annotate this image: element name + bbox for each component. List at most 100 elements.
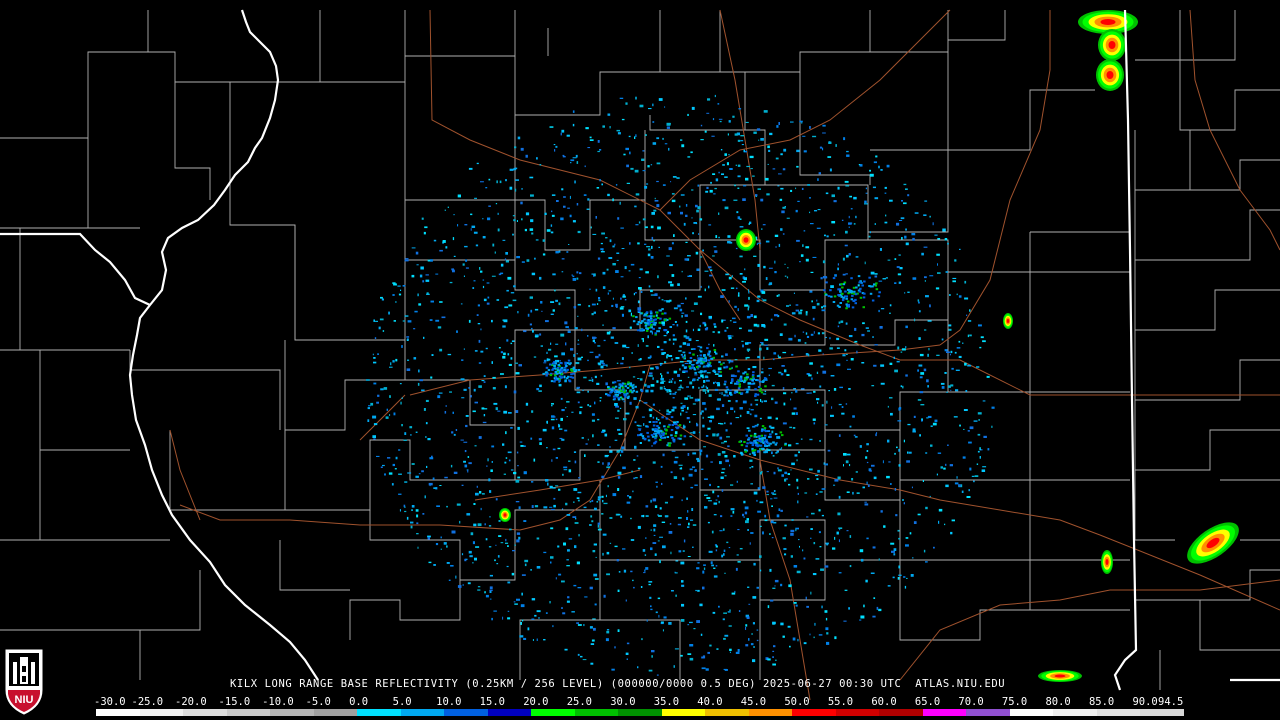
echo-pixel [592, 618, 596, 620]
echo-pixel [782, 537, 786, 540]
echo-pixel [866, 450, 869, 452]
echo-pixel [795, 604, 798, 607]
echo-pixel [551, 508, 555, 511]
echo-pixel [841, 406, 844, 408]
echo-pixel [630, 263, 635, 266]
echo-pixel [505, 542, 509, 544]
echo-pixel [771, 537, 774, 539]
echo-pixel [743, 500, 746, 504]
echo-pixel [531, 272, 536, 276]
echo-pixel [568, 379, 571, 382]
state-boundary [0, 232, 151, 306]
echo-pixel [645, 505, 649, 508]
echo-pixel [977, 433, 981, 436]
highway [699, 249, 741, 321]
echo-pixel [644, 554, 647, 556]
echo-pixel [705, 435, 709, 437]
echo-pixel [662, 432, 665, 435]
echo-pixel [833, 388, 837, 391]
echo-pixel [694, 371, 697, 374]
echo-pixel [767, 449, 771, 452]
echo-pixel [791, 519, 794, 521]
scale-label: -30.0 [94, 696, 126, 708]
echo-pixel [803, 150, 807, 153]
echo-pixel [625, 652, 629, 655]
echo-pixel [399, 509, 401, 512]
echo-pixel [872, 186, 876, 189]
echo-pixel [609, 517, 613, 519]
echo-pixel [577, 339, 579, 341]
echo-pixel [554, 360, 558, 363]
echo-pixel [762, 393, 767, 395]
echo-pixel [753, 255, 757, 257]
echo-pixel [721, 468, 726, 470]
echo-pixel [620, 454, 622, 457]
echo-pixel [672, 406, 675, 408]
echo-pixel [634, 385, 637, 388]
echo-pixel [902, 385, 904, 389]
echo-pixel [697, 328, 701, 331]
echo-pixel [873, 476, 877, 480]
echo-pixel [869, 292, 873, 295]
echo-pixel [620, 297, 622, 300]
echo-pixel [967, 364, 972, 367]
niu-logo: NIU [3, 646, 45, 716]
echo-pixel [714, 544, 717, 546]
echo-pixel [669, 379, 671, 381]
echo-pixel [864, 501, 867, 503]
echo-pixel [704, 376, 709, 379]
echo-pixel [713, 381, 715, 385]
echo-pixel [742, 198, 746, 201]
echo-pixel [836, 531, 839, 535]
echo-pixel [380, 388, 384, 391]
echo-pixel [950, 384, 954, 387]
echo-pixel [674, 434, 677, 437]
echo-pixel [912, 237, 915, 241]
echo-pixel [727, 611, 731, 613]
echo-pixel [712, 255, 715, 257]
echo-pixel [940, 466, 943, 469]
echo-pixel [480, 350, 484, 353]
echo-pixel [894, 488, 897, 491]
echo-pixel [850, 290, 853, 292]
echo-pixel [873, 161, 877, 164]
echo-pixel [923, 246, 928, 248]
echo-pixel [390, 362, 392, 366]
echo-pixel [771, 505, 773, 507]
echo-pixel [772, 656, 774, 658]
echo-pixel [811, 377, 813, 380]
echo-pixel [539, 164, 542, 166]
echo-pixel [719, 392, 721, 394]
echo-pixel [659, 421, 661, 425]
echo-pixel [689, 644, 694, 647]
echo-pixel [597, 345, 601, 347]
echo-pixel [394, 468, 397, 470]
scale-label: 35.0 [653, 696, 680, 708]
echo-pixel [875, 433, 877, 437]
county-line [279, 540, 350, 591]
echo-pixel [842, 354, 846, 357]
echo-pixel [762, 486, 766, 489]
echo-pixel [615, 405, 619, 408]
echo-pixel [913, 521, 917, 524]
echo-pixel [927, 415, 932, 418]
echo-pixel [558, 573, 562, 576]
state-boundaries [0, 9, 1280, 691]
echo-pixel [520, 622, 522, 625]
echo-pixel [825, 617, 828, 621]
echo-pixel [572, 516, 577, 518]
echo-pixel [398, 473, 402, 475]
echo-pixel [520, 604, 525, 608]
echo-pixel [565, 527, 569, 531]
echo-pixel [812, 573, 817, 576]
echo-pixel [765, 277, 768, 280]
echo-pixel [725, 366, 728, 369]
echo-pixel [925, 506, 928, 510]
echo-pixel [484, 591, 486, 594]
echo-pixel [620, 515, 623, 518]
echo-pixel [603, 594, 606, 598]
echo-pixel [897, 529, 900, 532]
echo-pixel [722, 199, 726, 202]
echo-pixel [810, 591, 812, 595]
echo-pixel [410, 434, 412, 436]
